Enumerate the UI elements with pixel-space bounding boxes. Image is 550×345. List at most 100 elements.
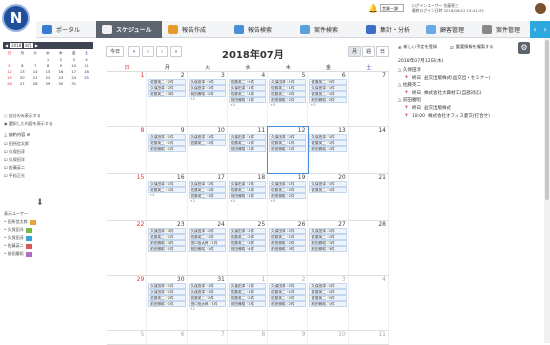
mini-day[interactable]: 14 [29,70,42,74]
calendar-event[interactable]: 前田雅昭 ?1件 [309,145,347,152]
calendar-day-cell[interactable]: 9 久保田淳 ?1件 佐藤英二 ?1件 前田雅昭 ?1件 [147,127,188,173]
tab-report-create[interactable]: 報告作成 [162,21,228,38]
more-link[interactable]: +2 [230,103,267,107]
calendar-event[interactable]: 前田雅昭 ?4件 [228,245,267,252]
tab-case-manage[interactable]: 案件管理 [476,21,530,38]
mini-day[interactable]: 8 [42,64,55,68]
calendar-day-cell[interactable]: 3 久保田淳 ?1件 久保田淳 ?1件 前田雅昭 ?2件 +2 [188,72,228,126]
calendar-event[interactable]: 佐藤英二 ?1件 [228,288,267,295]
mini-day[interactable]: 28 [29,82,42,86]
calendar-event[interactable]: 佐藤英二 ?1件 [188,233,226,240]
calendar-event[interactable]: 佐藤英二 ?1件 [309,90,347,97]
calendar-day-cell[interactable]: 6 佐藤英二 ?2件 久保田淳 ?1件 佐藤英二 ?1件 前田雅昭 ?2件 +2 [308,72,349,126]
calendar-event[interactable]: 前田雅昭 ?3件 [269,245,307,252]
tab-schedule[interactable]: スケジュール [96,21,162,38]
calendar-event[interactable]: 久保田淳 ?1件 [148,283,186,289]
calendar-event[interactable]: 佐藤英二 ?1件 [309,233,347,240]
calendar-event[interactable]: 久保田淳 ?1件 [188,79,226,85]
calendar-event[interactable]: 久保田淳 ?1件 [148,181,186,187]
gear-icon[interactable]: ⚙ [27,132,31,137]
calendar-event[interactable]: 久保田淳 ?1件 [188,134,226,140]
today-button[interactable]: 今日 [106,46,124,57]
calendar-day-cell[interactable]: 5 久保田淳 ?1件 佐藤英二 ?1件 佐藤英二 ?2件 前田雅昭 ?2件 +2 [268,72,309,126]
calendar-event[interactable]: 佐藤英二 ?1件 [228,79,267,85]
more-link[interactable]: +2 [190,307,227,311]
calendar-event[interactable]: 前田雅昭 ?2件 [269,192,307,199]
calendar-day-cell[interactable]: 9 [268,331,309,344]
calendar-event[interactable]: 久保田淳 ?3件 [148,228,186,234]
calendar-day-cell[interactable]: 23 久保田淳 ?3件 佐藤英二 ?1件 前田雅昭 ?3件 前田雅昭 ?1件 [147,221,188,275]
calendar-event[interactable]: 前田雅昭 ?3件 [148,239,186,246]
calendar-event[interactable]: 前田雅昭 ?1件 [309,300,347,307]
calendar-event[interactable]: 久保田淳 ?1件 [188,181,226,187]
calendar-day-cell[interactable]: 7 [188,331,228,344]
calendar-event[interactable]: 前田雅昭 ?3件 [309,245,347,252]
calendar-event[interactable]: 佐藤英二 ?1件 [269,84,307,91]
mini-day[interactable]: 27 [16,82,29,86]
calendar-event[interactable]: 前田雅昭 ?2件 [309,96,347,103]
calendar-event[interactable]: 前田雅昭 ?2件 [188,90,226,97]
calendar-event[interactable]: 佐藤英二 ?1件 [148,233,186,240]
calendar-event[interactable]: 久保田淳 ?1件 [228,181,267,187]
more-link[interactable]: +2 [270,103,307,107]
mini-day[interactable] [80,82,93,86]
calendar-day-cell[interactable]: 6 [147,331,188,344]
mini-day[interactable]: 26 [3,82,16,86]
calendar-event[interactable]: 佐藤英二 ?2件 [269,294,307,301]
detail-entry[interactable]: 📍 終日 益交出版株式(益交出・セミナー) [398,74,538,82]
calendar-day-cell[interactable]: 7 [349,72,389,126]
calendar-day-cell[interactable]: 26 久保田淳 ?2件 佐藤英二 ?1件 前田雅昭 ?2件 前田雅昭 ?3件 [268,221,309,275]
calendar-event[interactable]: 前田雅昭 ?1件 [228,145,267,152]
calendar-event[interactable]: 前田雅昭 ?1件 [228,300,267,307]
calendar-day-cell[interactable]: 8 [107,127,148,173]
calendar-event[interactable]: 久保田淳 ?1件 [148,134,186,140]
option-selected[interactable]: ◉ 選択した内容を表示する [4,121,53,127]
calendar-day-cell[interactable]: 27 久保田淳 ?2件 佐藤英二 ?1件 前田雅昭 ?1件 前田雅昭 ?3件 [308,221,349,275]
calendar-day-cell[interactable]: 11 久保田淳 ?1件 佐藤英二 ?1件 前田雅昭 ?1件 [228,127,269,173]
calendar-event[interactable]: 佐藤英二 ?1件 [309,186,347,193]
calendar-event[interactable]: 久保田淳 ?2件 [309,228,347,234]
mini-day[interactable]: 19 [3,76,16,80]
view-day-button[interactable]: 日 [376,46,389,57]
calendar-day-cell[interactable]: 11 [349,331,389,344]
more-link[interactable]: +2 [149,193,186,197]
mini-day[interactable]: 7 [29,64,42,68]
mini-day[interactable]: 2 [54,58,67,62]
calendar-event[interactable]: 久保田淳 ?1件 [188,288,226,295]
chevron-right-icon[interactable]: › [543,25,546,34]
chevron-left-icon[interactable]: ‹ [533,25,536,34]
tab-customer[interactable]: 顧客管理 [420,21,476,38]
calendar-event[interactable]: 久保田淳 ?2件 [228,228,267,234]
nav-arrows[interactable]: ‹ › [530,21,550,38]
calendar-event[interactable]: 佐藤英二 ?1件 [148,186,186,193]
year-select[interactable]: 2018 [10,43,23,48]
calendar-event[interactable]: 久保田淳 ?1件 [228,283,267,289]
calendar-event[interactable]: 久保田淳 ?1件 [309,134,347,140]
tab-case-search[interactable]: 案件検索 [294,21,360,38]
calendar-day-cell[interactable]: 30 久保田淳 ?1件 久保田淳 ?1件 佐藤英二 ?2件 前田雅昭 ?1件 [147,276,188,330]
calendar-event[interactable]: 佐藤英二 ?1件 [228,90,267,97]
calendar-event[interactable]: 久保田淳 ?1件 [269,181,307,187]
mini-day[interactable]: 13 [16,70,29,74]
calendar-day-cell[interactable]: 24 久保田淳 ?2件 佐藤英二 ?1件 田口信太郎 ?1件 前田雅昭 ?1件 [188,221,228,275]
calendar-day-cell[interactable]: 18 久保田淳 ?1件 佐藤英二 ?1件 前田雅昭 ?1件 +2 [228,174,269,220]
mini-day[interactable] [29,58,42,62]
bell-icon[interactable]: 🔔 [368,4,378,13]
calendar-day-cell[interactable]: 2 久保田淳 ?2件 佐藤英二 ?1件 佐藤英二 ?2件 前田雅昭 ?2件 [268,276,309,330]
calendar-event[interactable]: 佐藤英二 ?2件 [228,294,267,301]
mini-day[interactable]: 10 [67,64,80,68]
calendar-event[interactable]: 前田雅昭 ?1件 [228,96,267,103]
more-link[interactable]: +2 [310,103,347,107]
mini-day[interactable]: 4 [80,58,93,62]
calendar-day-cell[interactable]: 20 久保田淳 ?1件 佐藤英二 ?1件 [308,174,349,220]
tab-report-search[interactable]: 報告検索 [228,21,294,38]
calendar-event[interactable]: 前田雅昭 ?1件 [309,239,347,246]
department-select[interactable]: 営業一課 [380,4,404,12]
mini-day[interactable]: 25 [80,76,93,80]
avatar[interactable] [535,3,546,14]
arrow-down-icon[interactable]: ⬇ [36,198,44,208]
member-checkbox[interactable]: ☑ 平松正光 [4,173,25,179]
calendar-event[interactable]: 前田雅昭 ?2件 [269,300,307,307]
calendar-day-cell[interactable]: 2 佐藤英二 ?2件 久保田淳 ?2件 佐藤英二 ?3件 [147,72,188,126]
mini-day[interactable]: 15 [42,70,55,74]
